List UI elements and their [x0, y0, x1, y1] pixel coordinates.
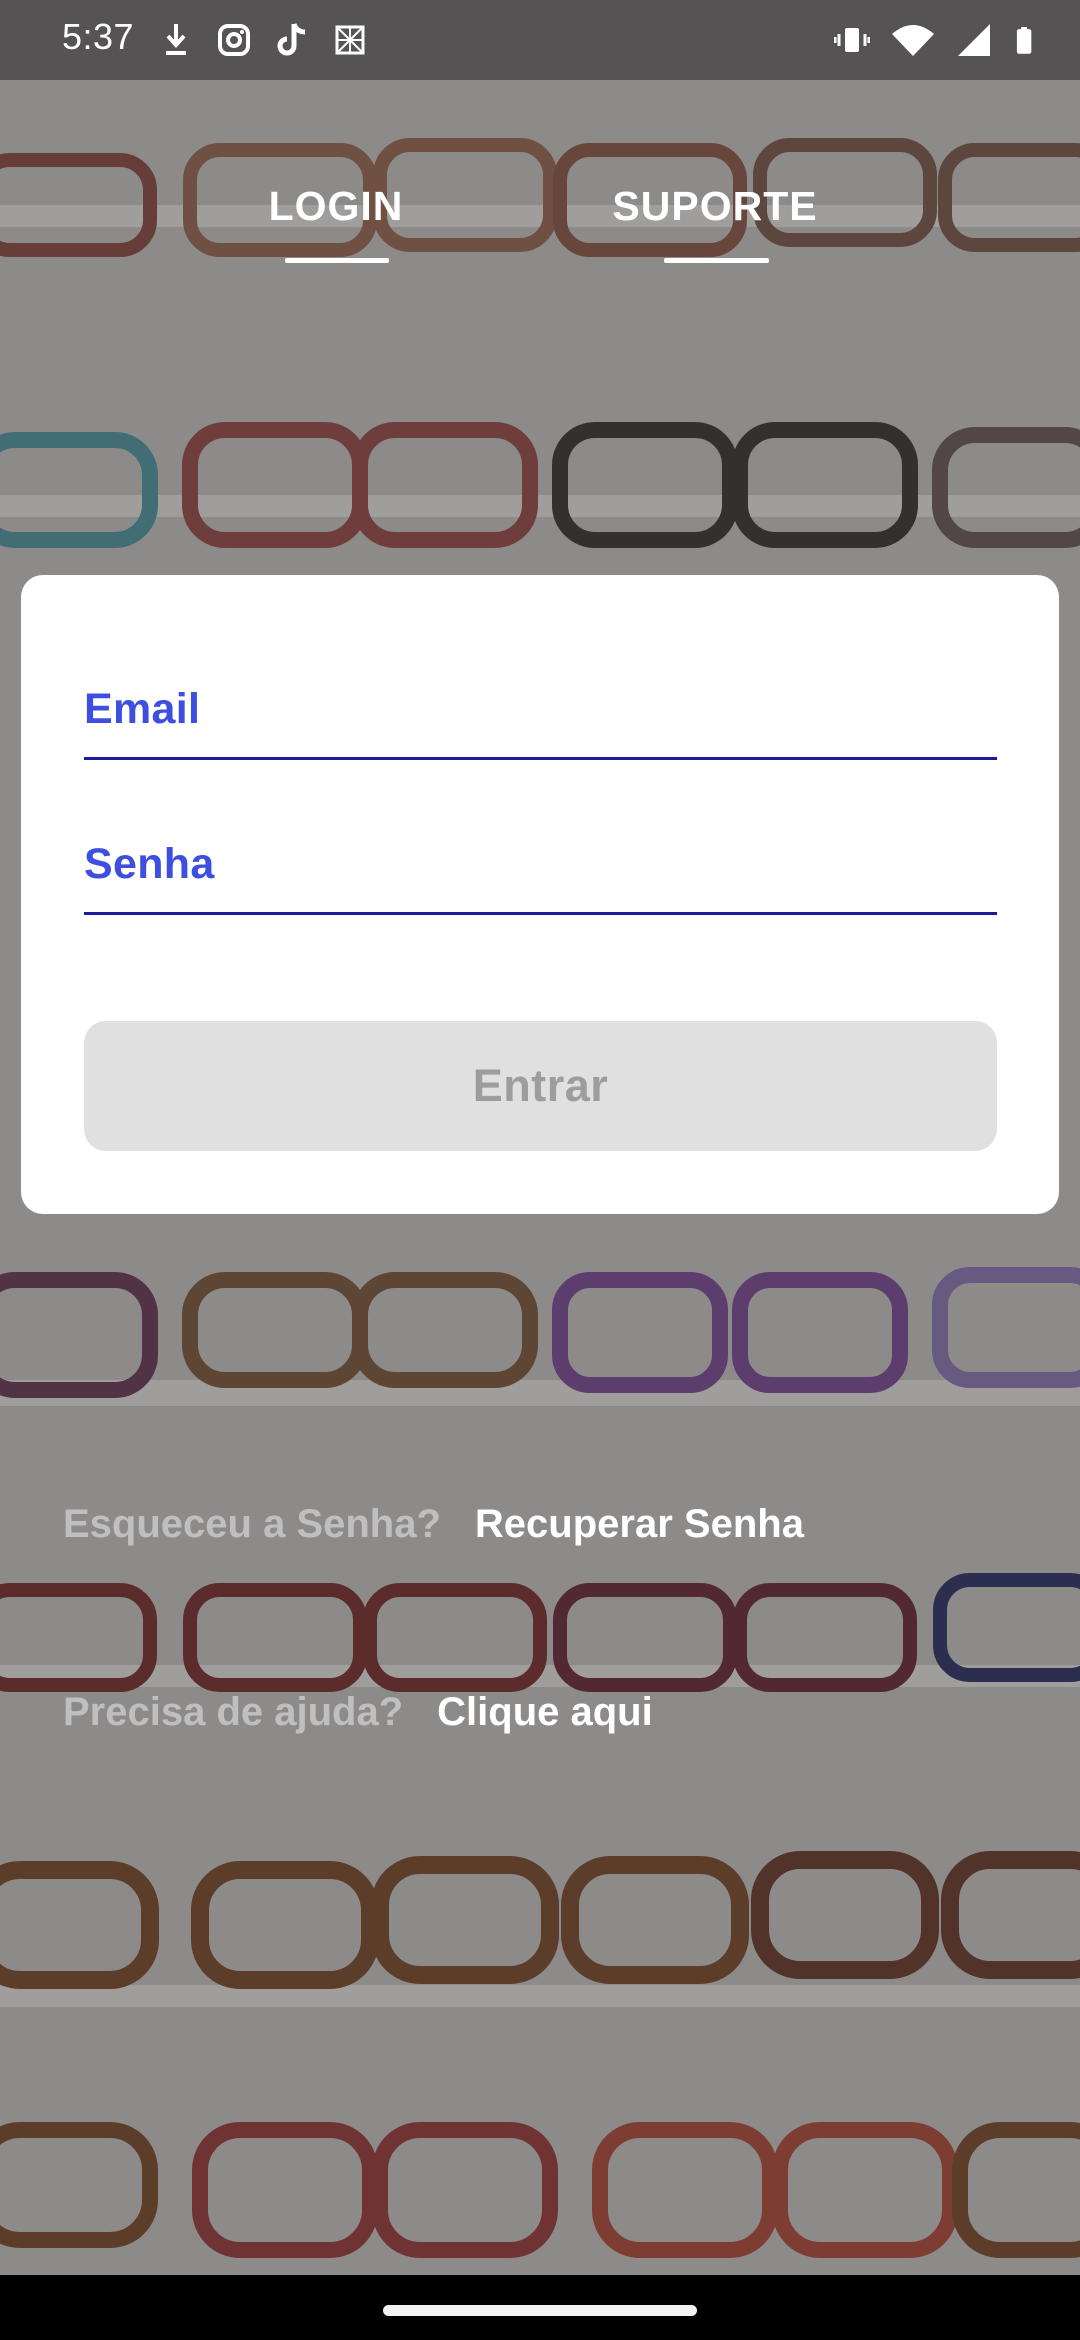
tab-suporte-indicator: [664, 258, 769, 263]
forgot-password-prompt: Esqueceu a Senha?: [63, 1502, 441, 1546]
help-row: Precisa de ajuda? Clique aqui: [63, 1690, 653, 1735]
email-field-underline: [84, 757, 997, 760]
help-link[interactable]: Clique aqui: [437, 1690, 653, 1734]
instagram-icon: [218, 24, 250, 56]
email-field[interactable]: Email: [84, 685, 997, 760]
tab-login-indicator: [285, 258, 389, 263]
vibrate-icon: [834, 28, 870, 52]
navigation-bar: [0, 2275, 1080, 2340]
login-button[interactable]: Entrar: [84, 1021, 997, 1151]
login-card: Email Senha Entrar: [21, 575, 1059, 1214]
tiktok-icon: [277, 23, 306, 56]
battery-icon: [1016, 27, 1032, 54]
status-time: 5:37: [62, 16, 135, 57]
download-icon: [166, 24, 186, 55]
password-field[interactable]: Senha: [84, 840, 997, 915]
notification-icons: [158, 18, 368, 62]
forgot-password-row: Esqueceu a Senha? Recuperar Senha: [63, 1502, 804, 1547]
wifi-icon: [892, 25, 934, 56]
system-icons: [834, 18, 1040, 62]
password-field-underline: [84, 912, 997, 915]
status-bar: 5:37: [0, 0, 1080, 80]
help-prompt: Precisa de ajuda?: [63, 1690, 404, 1734]
password-field-label: Senha: [84, 840, 215, 888]
email-field-label: Email: [84, 685, 201, 733]
recover-password-link[interactable]: Recuperar Senha: [475, 1502, 804, 1546]
tab-suporte[interactable]: SUPORTE: [608, 183, 822, 230]
home-gesture-handle[interactable]: [383, 2305, 697, 2316]
app-icon: [335, 25, 365, 55]
signal-icon: [958, 24, 990, 56]
tab-login[interactable]: LOGIN: [266, 183, 406, 230]
login-screen: 5:37 LOGIN SUPORTE Email Senha Entrar Es…: [0, 0, 1080, 2340]
